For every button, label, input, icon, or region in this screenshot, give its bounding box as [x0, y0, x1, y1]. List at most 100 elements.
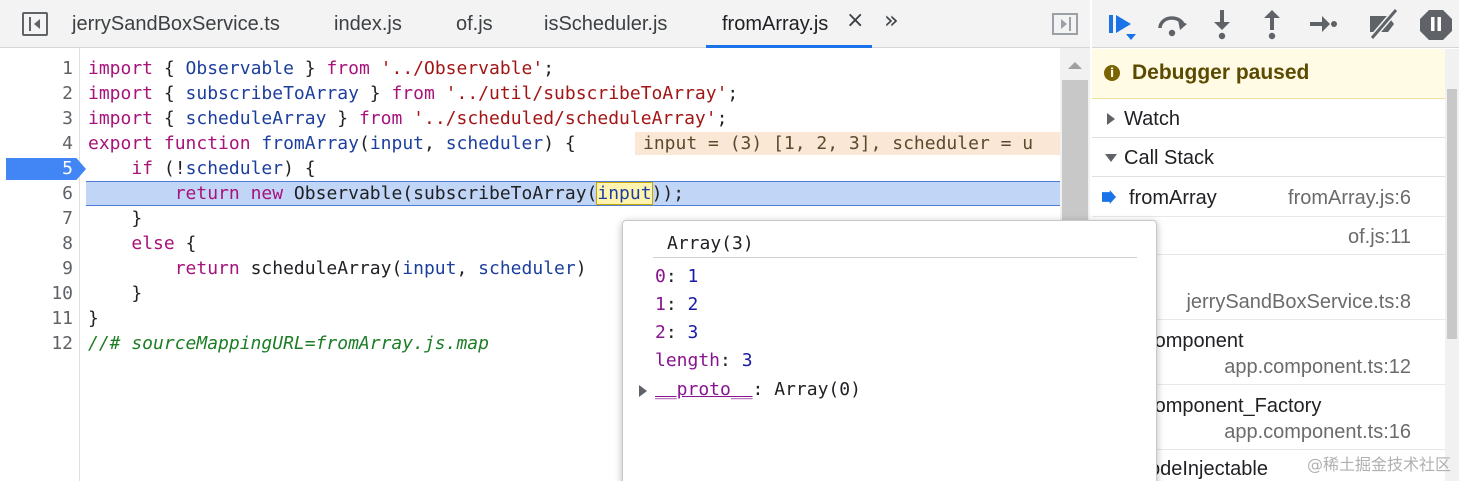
token: ;: [727, 83, 739, 104]
tab-isscheduler-js[interactable]: isScheduler.js: [544, 0, 667, 48]
line-number[interactable]: 9: [0, 256, 73, 281]
toggle-navigator-icon[interactable]: [22, 12, 48, 36]
frame-function-name: pComponent_Factory: [1129, 395, 1322, 417]
token: fromArray: [261, 133, 359, 154]
length-entry: length: 3: [655, 347, 753, 375]
tab-index-js[interactable]: index.js: [334, 0, 402, 48]
line-number[interactable]: 4: [0, 131, 73, 156]
sidebar-scrollbar[interactable]: [1445, 49, 1459, 481]
entry-key: __proto__: [655, 379, 753, 400]
debugger-toolbar: [1092, 0, 1459, 48]
token: '../util/subscribeToArray': [445, 83, 728, 104]
toggle-debugger-icon[interactable]: [1052, 13, 1078, 35]
token: if: [131, 158, 154, 179]
entry-value: 3: [741, 350, 753, 371]
token: function: [163, 133, 251, 154]
token: scheduler: [185, 158, 284, 179]
code-line: 5 if (!scheduler) {: [0, 156, 1060, 181]
tab-of-js[interactable]: of.js: [456, 0, 493, 48]
line-number[interactable]: 2: [0, 81, 73, 106]
popover-divider: [653, 257, 1137, 258]
tab-fromarray-js[interactable]: fromArray.js: [722, 0, 828, 48]
expand-arrow-icon: [1107, 113, 1115, 125]
code-line: 2 import { subscribeToArray } from '../u…: [0, 81, 1060, 106]
code-line: 6 return new Observable(subscribeToArray…: [0, 181, 1060, 206]
tab-jerrysandboxservice[interactable]: jerrySandBoxService.ts: [72, 0, 280, 48]
call-stack-section-header[interactable]: Call Stack: [1092, 139, 1445, 177]
watch-label: Watch: [1124, 108, 1180, 130]
token: (: [358, 133, 370, 154]
token: '../scheduled/scheduleArray': [413, 108, 717, 129]
token: from: [391, 83, 435, 104]
token: import: [88, 83, 154, 104]
token: {: [174, 233, 197, 254]
token: //# sourceMappingURL=fromArray.js.map: [88, 333, 489, 354]
array-entry: 1: 2: [655, 291, 698, 319]
token: ,: [456, 258, 479, 279]
code-line: 1 import { Observable } from '../Observa…: [0, 56, 1060, 81]
step-into-icon[interactable]: [1204, 6, 1240, 42]
line-number[interactable]: 5: [0, 156, 73, 181]
token: ): [575, 258, 587, 279]
step-over-icon[interactable]: [1154, 6, 1190, 42]
line-number[interactable]: 3: [0, 106, 73, 131]
entry-separator: :: [665, 294, 688, 315]
frame-location[interactable]: jerrySandBoxService.ts:8: [1186, 291, 1411, 314]
close-tab-icon[interactable]: ×: [846, 8, 864, 33]
token: }: [88, 308, 99, 329]
entry-key: 0: [655, 266, 666, 287]
watch-section-header[interactable]: Watch: [1092, 100, 1445, 138]
line-number[interactable]: 11: [0, 306, 73, 331]
line-number[interactable]: 1: [0, 56, 73, 81]
proto-entry[interactable]: __proto__: Array(0): [639, 376, 861, 404]
token: ) {: [543, 133, 576, 154]
watermark-text: @稀土掘金技术社区: [1306, 455, 1451, 474]
line-number[interactable]: 6: [0, 181, 73, 206]
scrollbar-thumb[interactable]: [1447, 89, 1457, 339]
more-tabs-icon[interactable]: »: [884, 6, 899, 34]
token: scheduler: [478, 258, 576, 279]
token: ,: [424, 133, 446, 154]
line-number[interactable]: 10: [0, 281, 73, 306]
scroll-up-icon[interactable]: [1068, 62, 1082, 69]
pause-on-exceptions-icon[interactable]: [1418, 6, 1454, 42]
entry-separator: :: [665, 266, 688, 287]
hovered-variable[interactable]: input: [596, 182, 653, 205]
code-line: 4 export function fromArray(input, sched…: [0, 131, 1060, 156]
token: ) {: [283, 158, 316, 179]
token: from: [358, 108, 403, 129]
line-number[interactable]: 7: [0, 206, 73, 231]
step-icon[interactable]: [1304, 6, 1340, 42]
frame-location[interactable]: app.component.ts:16: [1224, 421, 1411, 444]
token: import: [88, 58, 154, 79]
token: return: [174, 258, 240, 279]
token: {: [153, 58, 186, 79]
frame-location[interactable]: of.js:11: [1348, 226, 1411, 249]
array-entry: 2: 3: [655, 319, 698, 347]
token: }: [326, 108, 359, 129]
popover-title: Array(3): [667, 233, 754, 254]
token: ;: [716, 108, 728, 129]
token: input: [369, 133, 424, 154]
call-frame[interactable]: fromArray fromArray.js:6: [1092, 178, 1445, 217]
resume-icon[interactable]: [1104, 6, 1140, 42]
line-number[interactable]: 12: [0, 331, 73, 356]
entry-value: 1: [687, 266, 699, 287]
expand-arrow-icon[interactable]: [639, 385, 647, 397]
line-number[interactable]: 8: [0, 231, 73, 256]
collapse-arrow-icon: [1105, 154, 1117, 162]
step-out-icon[interactable]: [1254, 6, 1290, 42]
entry-value: 3: [687, 322, 699, 343]
frame-location[interactable]: app.component.ts:12: [1224, 356, 1411, 379]
inline-value-preview: input = (3) [1, 2, 3], scheduler = u: [635, 132, 1060, 155]
frame-function-name: fromArray: [1129, 187, 1217, 209]
frame-location[interactable]: fromArray.js:6: [1288, 187, 1411, 210]
deactivate-breakpoints-icon[interactable]: [1366, 6, 1402, 42]
